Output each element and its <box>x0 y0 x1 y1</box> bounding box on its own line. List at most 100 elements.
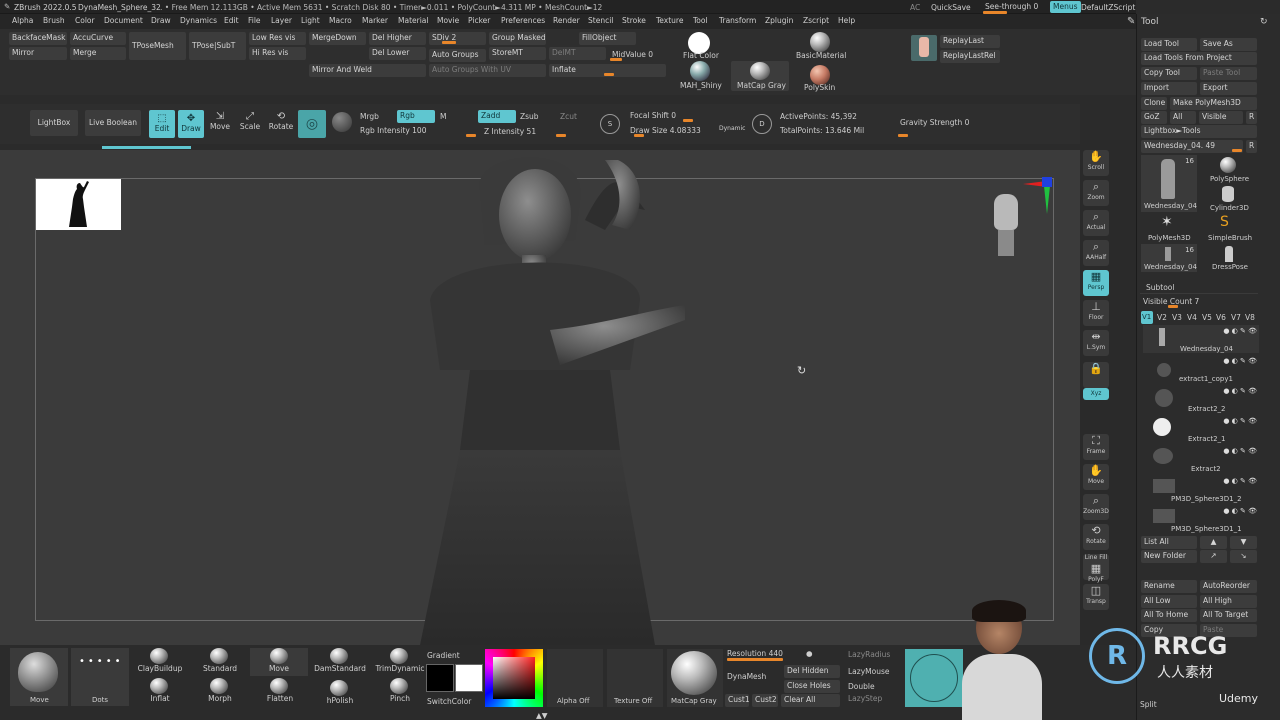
del-hidden-button[interactable]: Del Hidden <box>784 665 840 678</box>
menu-movie[interactable]: Movie <box>437 16 459 25</box>
mah-shiny-material-icon[interactable] <box>690 61 710 81</box>
secondary-color-swatch[interactable] <box>426 664 454 692</box>
list-all-button[interactable]: List All <box>1141 536 1197 549</box>
load-tool-button[interactable]: Load Tool <box>1141 38 1197 51</box>
switchcolor-button[interactable]: SwitchColor <box>427 697 471 706</box>
rotate-view-button[interactable]: ⟲ Rotate <box>1083 524 1109 550</box>
lazyradius-slider[interactable]: LazyRadius <box>848 650 890 659</box>
navigation-pad[interactable] <box>905 649 963 707</box>
v1-tab[interactable]: V1 <box>1141 311 1153 324</box>
tool-thumb-polysphere[interactable]: PolySphere <box>1200 155 1257 185</box>
close-holes-button[interactable]: Close Holes <box>784 680 840 693</box>
inflat-brush[interactable]: Inflat <box>136 678 184 703</box>
subtool-row[interactable]: ● ◐ ✎ 👁 Wednesday_04 <box>1143 325 1259 353</box>
rename-button[interactable]: Rename <box>1141 580 1197 593</box>
goz-visible-button[interactable]: Visible <box>1199 111 1243 124</box>
sdiv-slider[interactable]: SDiv 2 <box>429 32 486 45</box>
quicksave-button[interactable]: QuickSave <box>931 3 971 12</box>
m-button[interactable]: M <box>440 112 446 121</box>
lazystep-slider[interactable]: LazyStep <box>848 694 882 703</box>
tool-thumb-polymesh3d[interactable]: ✶ PolyMesh3D <box>1141 214 1197 242</box>
group-masked-button[interactable]: Group Masked <box>489 32 546 45</box>
v7-tab[interactable]: V7 <box>1231 313 1241 322</box>
menu-texture[interactable]: Texture <box>656 16 683 25</box>
subtool-row[interactable]: ● ◐ ✎ 👁 Extract2 <box>1143 445 1259 473</box>
menu-transform[interactable]: Transform <box>719 16 756 25</box>
gradient-toggle[interactable]: Gradient <box>427 651 460 660</box>
mirror-button[interactable]: Mirror <box>9 47 67 60</box>
basic-material-icon[interactable] <box>810 32 830 52</box>
lock-button[interactable]: 🔒 <box>1083 362 1109 388</box>
move-brush-large[interactable]: Move <box>10 648 68 706</box>
tool-thumb-simplebrush[interactable]: S SimpleBrush <box>1200 214 1257 242</box>
double-button[interactable]: Double <box>848 682 875 691</box>
subtool-row[interactable]: ● ◐ ✎ 👁 PM3D_Sphere3D1_2 <box>1143 475 1259 503</box>
tposemesh-button[interactable]: TPoseMesh <box>129 32 186 60</box>
menu-help[interactable]: Help <box>838 16 855 25</box>
menu-render[interactable]: Render <box>553 16 580 25</box>
make-polymesh3d-button[interactable]: Make PolyMesh3D <box>1170 97 1257 110</box>
goz-button[interactable]: GoZ <box>1141 111 1167 124</box>
copy-tool-button[interactable]: Copy Tool <box>1141 67 1197 80</box>
menu-dynamics[interactable]: Dynamics <box>180 16 217 25</box>
z-intensity-slider[interactable]: Z Intensity 51 <box>484 127 536 136</box>
load-tools-from-project-button[interactable]: Load Tools From Project <box>1141 52 1257 65</box>
z-intensity-knob[interactable] <box>556 134 566 137</box>
cust2-button[interactable]: Cust2 <box>752 694 778 707</box>
tpose-subt-button[interactable]: TPose|SubT <box>189 32 246 60</box>
standard-brush[interactable]: Standard <box>196 648 244 673</box>
transp-button[interactable]: ◫ Transp <box>1083 584 1109 610</box>
damstandard-brush[interactable]: DamStandard <box>314 648 366 673</box>
rgb-intensity-knob[interactable] <box>466 134 476 137</box>
mirror-and-weld-button[interactable]: Mirror And Weld <box>309 64 426 77</box>
zoom3d-button[interactable]: ⌕ Zoom3D <box>1083 494 1109 520</box>
resolution-slider-dot[interactable]: ● <box>806 649 813 658</box>
draw-size-knob[interactable] <box>634 134 644 137</box>
v6-tab[interactable]: V6 <box>1216 313 1226 322</box>
alpha-slot[interactable]: Alpha Off <box>547 649 603 707</box>
menu-tool[interactable]: Tool <box>693 16 708 25</box>
autoreorder-button[interactable]: AutoReorder <box>1200 580 1257 593</box>
scale-mode-button[interactable]: ⤢ Scale <box>238 112 262 136</box>
mrgb-button[interactable]: Mrgb <box>360 112 379 121</box>
backfacemask-button[interactable]: BackfaceMask <box>9 32 67 45</box>
focal-shift-icon[interactable]: S <box>600 114 620 134</box>
clone-button[interactable]: Clone <box>1141 97 1167 110</box>
arrow-right-up-icon[interactable]: ↗ <box>1200 550 1227 563</box>
dynamesh-button[interactable]: DynaMesh <box>727 672 766 681</box>
visibility-eye-icon[interactable]: ● ◐ ✎ 👁 <box>1223 387 1257 395</box>
sculpt-model[interactable] <box>400 150 720 645</box>
trimdynamic-brush[interactable]: TrimDynamic <box>374 648 426 673</box>
move-down-arrow-icon[interactable]: ▼ <box>1230 536 1257 549</box>
menu-material[interactable]: Material <box>398 16 428 25</box>
resolution-knob[interactable] <box>727 658 783 661</box>
visible-count-knob[interactable] <box>1168 305 1178 308</box>
resolution-slider[interactable]: Resolution 440 <box>727 649 783 658</box>
brush-icon[interactable]: ◎ <box>298 110 326 138</box>
all-high-button[interactable]: All High <box>1200 595 1257 608</box>
draw-mode-button[interactable]: ✥ Draw <box>178 110 204 138</box>
see-through-slider[interactable]: See-through 0 <box>985 2 1038 11</box>
morph-brush[interactable]: Morph <box>196 678 244 703</box>
subtool-row[interactable]: ● ◐ ✎ 👁 Extract2_1 <box>1143 415 1259 443</box>
menu-layer[interactable]: Layer <box>271 16 292 25</box>
menu-alpha[interactable]: Alpha <box>12 16 33 25</box>
actual-button[interactable]: ⌕ Actual <box>1083 210 1109 236</box>
rgb-button[interactable]: Rgb <box>397 110 435 123</box>
del-lower-button[interactable]: Del Lower <box>369 47 426 60</box>
menu-document[interactable]: Document <box>104 16 143 25</box>
menu-zscript[interactable]: Zscript <box>803 16 829 25</box>
focal-shift-slider[interactable]: Focal Shift 0 <box>630 111 676 120</box>
tool-thumb-dresspose[interactable]: DressPose <box>1200 244 1257 272</box>
merge-button[interactable]: Merge <box>70 47 126 60</box>
replaylast-button[interactable]: ReplayLast <box>940 35 1000 48</box>
clear-all-button[interactable]: Clear All <box>781 694 840 707</box>
paste-tool-button[interactable]: Paste Tool <box>1200 67 1257 80</box>
gravity-strength-slider[interactable]: Gravity Strength 0 <box>900 118 969 127</box>
menu-brush[interactable]: Brush <box>43 16 65 25</box>
xyz-button[interactable]: Xyz <box>1083 388 1109 400</box>
export-button[interactable]: Export <box>1200 82 1257 95</box>
subtool-row[interactable]: ● ◐ ✎ 👁 PM3D_Sphere3D1_1 <box>1143 505 1259 533</box>
fillobject-button[interactable]: FillObject <box>579 32 636 45</box>
edit-mode-button[interactable]: ⬚ Edit <box>149 110 175 138</box>
